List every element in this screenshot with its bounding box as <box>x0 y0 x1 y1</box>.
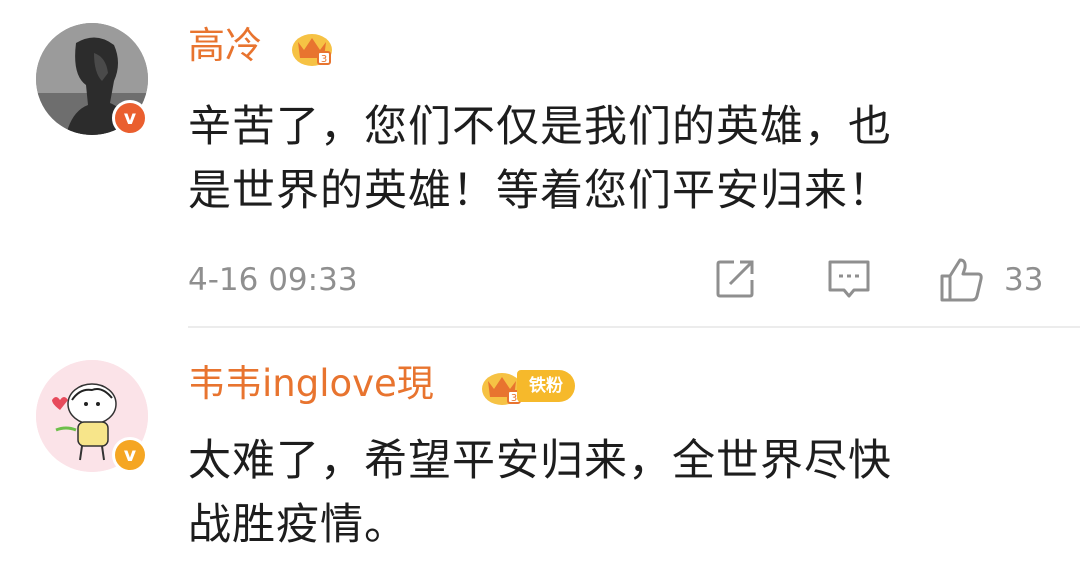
comment-text: 辛苦了，您们不仅是我们的英雄，也 是世界的英雄！等着您们平安归来！ <box>188 98 1048 220</box>
comment-item: v 韦韦inglove現 3 铁粉 太难了，希望平安归来，全世界尽快 战胜疫情。 <box>0 328 1080 571</box>
share-icon[interactable] <box>712 256 758 302</box>
like-count: 33 <box>1004 262 1044 298</box>
comment-text-line: 辛苦了，您们不仅是我们的英雄，也 <box>188 102 892 152</box>
verified-badge-icon: v <box>112 100 148 136</box>
reply-icon[interactable] <box>826 256 872 302</box>
crown-badge-icon: 3 <box>292 34 332 66</box>
comment-item: v 高冷 3 辛苦了，您们不仅是我们的英雄，也 是世界的英雄！等着您们平安归来！… <box>0 0 1080 328</box>
verified-badge-icon: v <box>112 437 148 473</box>
comment-text: 太难了，希望平安归来，全世界尽快 战胜疫情。 <box>188 432 1048 554</box>
username[interactable]: 韦韦inglove現 <box>188 362 434 406</box>
like-icon[interactable] <box>938 256 986 304</box>
comment-text-line: 太难了，希望平安归来，全世界尽快 <box>188 436 892 486</box>
comment-text-line: 战胜疫情。 <box>188 500 408 550</box>
timestamp: 4-16 09:33 <box>188 262 358 298</box>
fan-label-badge: 铁粉 <box>517 370 575 402</box>
svg-text:3: 3 <box>321 54 327 65</box>
comment-text-line: 是世界的英雄！等着您们平安归来！ <box>188 166 892 216</box>
username[interactable]: 高冷 <box>188 24 262 68</box>
